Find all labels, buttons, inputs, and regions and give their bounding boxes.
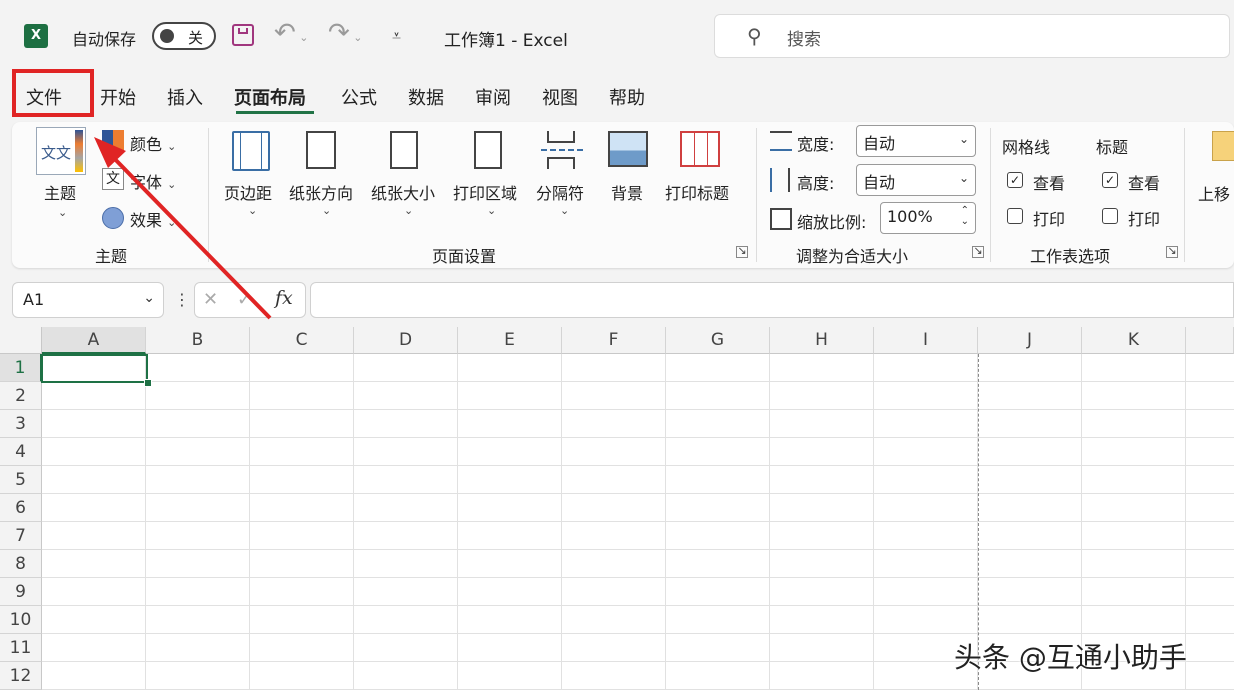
watermark-text: 头条 @互通小助手 [954, 641, 1187, 674]
annotation-arrow-shaft [104, 148, 272, 320]
annotation-arrow [94, 137, 272, 320]
